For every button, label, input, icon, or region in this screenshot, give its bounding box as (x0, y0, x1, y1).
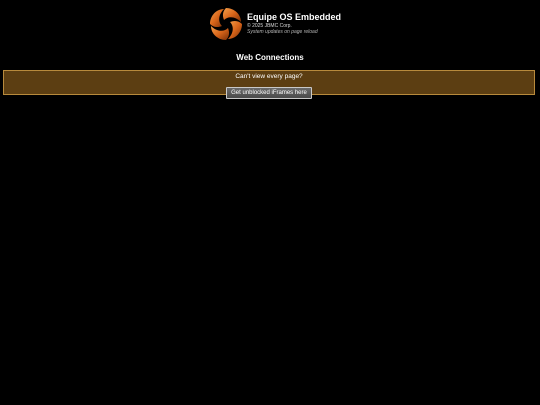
unblocked-notice-banner: Can't view every page? Get unblocked iFr… (3, 70, 535, 99)
brand-text: Equipe OS Embedded © 2025 JBMC Corp. Sys… (247, 6, 341, 36)
brand-note: System updates on page reload (247, 29, 318, 35)
notice-text: Can't view every page? (235, 73, 303, 80)
brand-title: Equipe OS Embedded (247, 12, 342, 22)
page: Equipe OS Embedded © 2025 JBMC Corp. Sys… (0, 0, 540, 405)
get-unblocked-iframes-button[interactable]: Get unblocked iFrames here (226, 87, 312, 99)
brand-header: Equipe OS Embedded © 2025 JBMC Corp. Sys… (208, 6, 341, 42)
orange-swirl-logo-icon (210, 8, 242, 40)
section-title: Web Connections (236, 53, 304, 62)
